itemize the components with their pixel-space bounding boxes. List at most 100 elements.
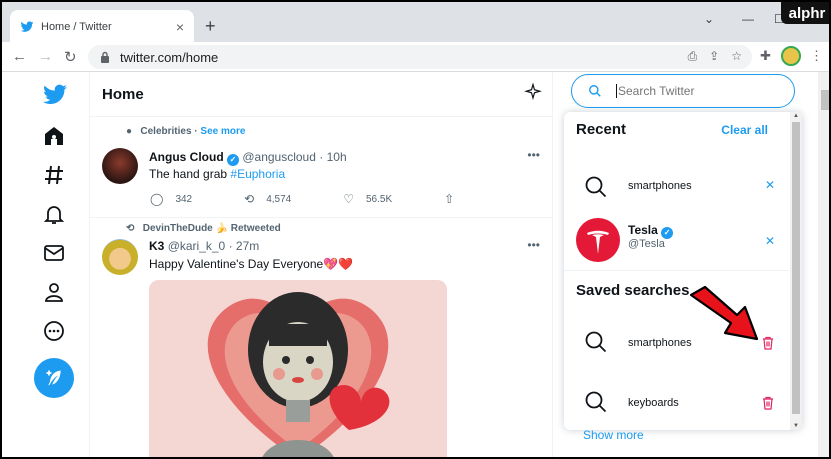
search-input[interactable]: [618, 84, 788, 98]
search-box[interactable]: [571, 74, 795, 108]
scrollbar-thumb[interactable]: [792, 122, 800, 414]
page-title: Home: [102, 85, 144, 103]
profile-avatar[interactable]: [781, 46, 801, 66]
clear-all-button[interactable]: Clear all: [721, 123, 768, 137]
tweet-time[interactable]: · 10h: [319, 150, 346, 164]
author-name: K3: [149, 239, 165, 253]
tweet-actions: ◯ 342 ⟲ 4,574 ♡ 56.5K ⇧: [150, 192, 518, 206]
retweeter-name[interactable]: DevinTheDude: [143, 223, 213, 234]
messages-envelope-icon[interactable]: [42, 241, 66, 265]
tweet-author[interactable]: Angus Cloud ✓ @anguscloud · 10h: [149, 150, 347, 166]
browser-tab-strip: Home / Twitter × + ⌄ — ☐ alphr: [2, 2, 829, 44]
share-upload-icon: ⇧: [444, 192, 455, 206]
author-name: Angus Cloud: [149, 150, 224, 164]
browser-menu-icon[interactable]: ⋮: [810, 48, 823, 64]
browser-tab-home[interactable]: Home / Twitter ×: [10, 10, 194, 44]
search-icon: [585, 391, 607, 413]
dropdown-scrollbar[interactable]: ▲ ▼: [790, 112, 802, 430]
saved-search-label: keyboards: [628, 397, 679, 409]
recent-account-item[interactable]: Tesla ✓ @Tesla ✕: [564, 212, 789, 268]
tab-title: Home / Twitter: [41, 21, 112, 33]
scroll-down-arrow-icon[interactable]: ▼: [793, 423, 799, 429]
retweet-icon: ⟲: [244, 192, 255, 206]
url-text: twitter.com/home: [120, 49, 219, 65]
recent-title: Recent: [576, 121, 627, 138]
share-icon[interactable]: ⇪: [709, 49, 719, 64]
trash-icon[interactable]: [761, 396, 775, 410]
avatar-k3[interactable]: [102, 239, 138, 275]
hashtag-link[interactable]: #Euphoria: [230, 167, 285, 181]
page-scrollbar-thumb[interactable]: [821, 90, 829, 110]
saved-search-item[interactable]: keyboards: [564, 374, 789, 430]
notifications-bell-icon[interactable]: [42, 202, 66, 226]
home-icon[interactable]: [42, 124, 66, 148]
tab-close-icon[interactable]: ×: [176, 19, 184, 35]
see-more-link[interactable]: See more: [200, 126, 245, 137]
right-column: Recent Clear all smartphones ✕ Tesla ✓ @…: [553, 72, 829, 457]
saved-searches-title: Saved searches: [576, 282, 690, 299]
twitter-sidebar: [2, 72, 90, 457]
show-more-link[interactable]: Show more: [583, 428, 644, 442]
retweet-button[interactable]: ⟲ 4,574: [244, 192, 291, 206]
avatar-angus-cloud[interactable]: [102, 148, 138, 184]
banana-emoji-icon: 🍌: [215, 223, 228, 234]
sparkle-top-tweets-icon[interactable]: [524, 83, 542, 101]
explore-hashtag-icon[interactable]: [42, 163, 66, 187]
screenshot-frame: Home / Twitter × + ⌄ — ☐ alphr ← → ↻ twi…: [0, 0, 831, 459]
tweet-more-icon[interactable]: •••: [527, 148, 540, 162]
search-icon: [585, 176, 607, 198]
minimize-icon[interactable]: —: [742, 12, 754, 26]
account-handle: @Tesla: [628, 238, 665, 250]
tweet-author[interactable]: K3 @kari_k_0 · 27m: [149, 239, 259, 253]
retweet-count: 4,574: [266, 193, 292, 205]
verified-badge-icon: ✓: [227, 154, 239, 166]
remove-recent-icon[interactable]: ✕: [765, 178, 775, 192]
twitter-logo-icon[interactable]: [42, 82, 68, 108]
author-handle: @anguscloud: [242, 150, 316, 164]
install-icon[interactable]: ⎙: [688, 49, 698, 64]
red-pointer-arrow-icon: [689, 285, 759, 341]
account-name-text: Tesla: [628, 223, 658, 237]
address-bar[interactable]: twitter.com/home ⎙ ⇪ ☆: [88, 45, 752, 69]
alphr-watermark: alphr: [781, 2, 829, 24]
back-icon[interactable]: ←: [12, 48, 27, 65]
feather-plus-icon: [46, 370, 61, 386]
like-count: 56.5K: [365, 193, 393, 205]
home-timeline: Home ● Celebrities · See more Angus Clou…: [90, 72, 553, 457]
account-name: Tesla ✓: [628, 223, 674, 239]
like-button[interactable]: ♡ 56.5K: [343, 192, 392, 206]
page-scrollbar[interactable]: [818, 72, 829, 457]
reply-count: 342: [175, 193, 193, 205]
retweet-small-icon: ⟲: [126, 223, 135, 234]
bookmark-star-icon[interactable]: ☆: [731, 49, 742, 64]
tweet-time[interactable]: · 27m: [229, 239, 260, 253]
tweet-image[interactable]: [149, 280, 447, 457]
search-icon: [585, 331, 607, 353]
new-tab-button[interactable]: +: [205, 16, 216, 37]
reload-icon[interactable]: ↻: [64, 48, 77, 66]
location-pin-icon: ●: [126, 126, 133, 137]
browser-toolbar: ← → ↻ twitter.com/home ⎙ ⇪ ☆ ✚ ⋮: [2, 42, 829, 72]
retweeted-label: Retweeted: [230, 223, 281, 234]
profile-icon[interactable]: [42, 280, 66, 304]
tab-search-chevron-icon[interactable]: ⌄: [704, 12, 714, 26]
search-dropdown: Recent Clear all smartphones ✕ Tesla ✓ @…: [564, 112, 802, 430]
reply-button[interactable]: ◯ 342: [150, 192, 192, 206]
scroll-up-arrow-icon[interactable]: ▲: [793, 113, 799, 119]
compose-tweet-button[interactable]: [34, 358, 74, 398]
recent-search-item[interactable]: smartphones ✕: [564, 162, 789, 212]
lock-icon: [101, 51, 109, 63]
saved-search-label: smartphones: [628, 337, 692, 349]
remove-recent-icon[interactable]: ✕: [765, 234, 775, 248]
extensions-icon[interactable]: ✚: [760, 48, 771, 64]
context-topic: Celebrities: [140, 126, 192, 137]
text-caret: [616, 84, 617, 98]
more-options-icon[interactable]: [42, 319, 66, 343]
forward-icon[interactable]: →: [38, 48, 53, 65]
share-tweet-button[interactable]: ⇧: [444, 192, 466, 206]
tweet-context: ● Celebrities · See more: [126, 126, 245, 137]
tweet-more-icon[interactable]: •••: [527, 238, 540, 252]
retweet-context: ⟲ DevinTheDude 🍌 Retweeted: [126, 223, 281, 234]
reply-icon: ◯: [150, 192, 164, 206]
heart-icon: ♡: [343, 192, 354, 206]
